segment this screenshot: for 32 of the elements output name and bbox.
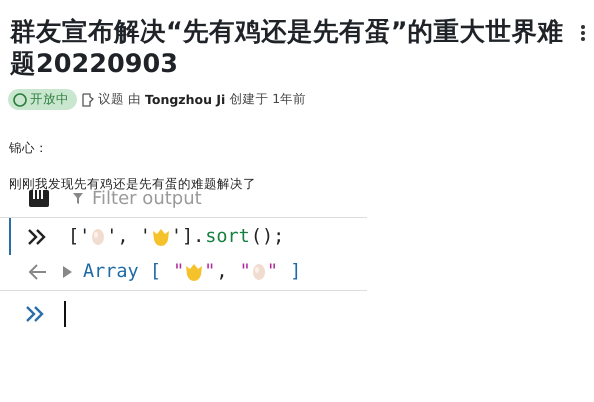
chevrons-icon — [25, 304, 45, 324]
note-icon — [81, 92, 94, 106]
greeting-text: 锦心： — [9, 140, 49, 157]
code-text: sort — [205, 226, 250, 247]
code-text: [' — [68, 226, 90, 247]
circle-icon — [13, 92, 27, 106]
code-text: (); — [250, 226, 284, 247]
filter-icon — [72, 192, 84, 204]
chevrons-icon — [27, 226, 47, 246]
code-text: ']. — [170, 226, 204, 247]
status-badge: 开放中 — [8, 89, 77, 110]
code-text: " — [173, 261, 184, 282]
code-text: ] — [289, 261, 302, 282]
author-name[interactable]: Tongzhou Ji — [145, 92, 226, 107]
back-arrow-icon — [28, 262, 48, 280]
code-text: ', ' — [106, 226, 151, 247]
code-text: " — [266, 261, 278, 282]
egg-icon — [252, 262, 266, 281]
text-cursor — [64, 301, 66, 327]
code-text: " — [240, 261, 251, 282]
body-paragraph: 刚刚我发现先有鸡还是先有蛋的难题解决了 — [9, 176, 257, 191]
more-menu-icon[interactable] — [580, 24, 586, 42]
by-label: 由 — [128, 91, 141, 108]
created-time: 创建于 1年前 — [229, 91, 306, 108]
trash-icon[interactable] — [28, 190, 50, 206]
code-text: Array [ — [83, 261, 162, 282]
issue-type: 议题 — [98, 91, 124, 108]
code-text: " — [204, 261, 216, 282]
issue-title: 群友宣布解决“先有鸡还是先有蛋”的重大世界难题20220903 — [10, 16, 565, 80]
expand-triangle-icon — [63, 266, 72, 278]
code-text: , — [216, 261, 229, 282]
egg-icon — [91, 227, 106, 246]
